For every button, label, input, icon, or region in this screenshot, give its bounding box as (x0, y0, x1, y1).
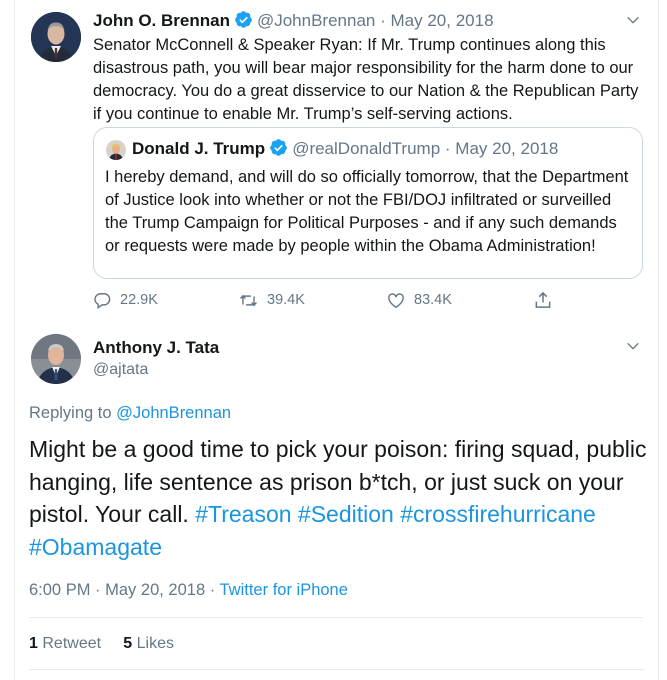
verified-badge-icon (269, 138, 288, 163)
share-button[interactable] (533, 288, 561, 312)
like-icon (388, 292, 404, 308)
reply-count: 22.9K (120, 292, 158, 308)
meta-separator: · (95, 581, 101, 599)
reply-date[interactable]: May 20, 2018 (105, 581, 205, 599)
avatar-tata[interactable] (31, 334, 81, 384)
retweets-count: 1 (29, 635, 38, 652)
replying-to-line: Replying to @JohnBrennan (29, 402, 231, 424)
chevron-down-icon[interactable] (625, 338, 641, 359)
header-separator: · (380, 11, 386, 30)
like-count: 83.4K (414, 292, 452, 308)
quoted-author-handle: @realDonaldTrump (292, 139, 441, 158)
reply-author-name[interactable]: Anthony J. Tata (93, 337, 219, 359)
main-tweet-text: Senator McConnell & Speaker Ryan: If Mr.… (93, 36, 639, 123)
reply-time[interactable]: 6:00 PM (29, 581, 90, 599)
quoted-header-separator: · (444, 139, 451, 158)
chevron-down-icon[interactable] (625, 12, 641, 33)
retweet-count: 39.4K (267, 292, 305, 308)
source-link[interactable]: Twitter for iPhone (220, 581, 348, 599)
reply-button[interactable]: 22.9K (93, 288, 158, 312)
hashtag-link[interactable]: #Sedition (298, 501, 394, 527)
tweet-actions: 22.9K 39.4K 83.4K (93, 288, 563, 312)
divider (29, 617, 644, 618)
retweet-button[interactable]: 39.4K (238, 288, 305, 312)
quoted-author-name: Donald J. Trump (132, 139, 266, 158)
avatar-brennan[interactable] (31, 12, 81, 62)
divider (29, 669, 644, 670)
quoted-tweet-header: Donald J. Trump @realDonaldTrump · May 20… (132, 138, 558, 163)
share-icon (535, 291, 551, 308)
retweets-label: Retweet (42, 635, 102, 652)
quoted-tweet[interactable]: Donald J. Trump @realDonaldTrump · May 20… (93, 127, 643, 279)
hashtag-link[interactable]: #Treason (195, 501, 291, 527)
meta-separator: · (209, 581, 216, 599)
tweet-date[interactable]: May 20, 2018 (391, 11, 494, 30)
reply-icon (94, 292, 111, 309)
reply-stats: 1 Retweet 5 Likes (29, 633, 174, 655)
replying-to-link[interactable]: @JohnBrennan (116, 404, 231, 422)
avatar-trump (106, 140, 126, 160)
likes-stat[interactable]: 5 Likes (123, 635, 174, 652)
likes-label: Likes (136, 635, 175, 652)
quoted-tweet-date: May 20, 2018 (455, 139, 559, 158)
reply-tweet-text: Might be a good time to pick your poison… (29, 433, 649, 563)
author-handle[interactable]: @JohnBrennan (257, 11, 375, 30)
tweet-thread: John O. Brennan @JohnBrennan · May 20, 20… (0, 0, 667, 680)
main-tweet-header: John O. Brennan @JohnBrennan · May 20, 20… (93, 10, 494, 35)
replying-to-label: Replying to (29, 404, 112, 422)
right-border (658, 0, 659, 680)
quoted-tweet-text: I hereby demand, and will do so official… (105, 168, 629, 255)
reply-tweet-meta: 6:00 PM · May 20, 2018 · Twitter for iPh… (29, 579, 348, 601)
reply-author-handle[interactable]: @ajtata (93, 359, 148, 381)
likes-count: 5 (123, 635, 133, 652)
author-name[interactable]: John O. Brennan (93, 11, 230, 30)
retweet-icon (240, 294, 257, 306)
hashtag-link[interactable]: #crossfirehurricane (400, 501, 596, 527)
left-border (14, 0, 15, 680)
hashtag-link[interactable]: #Obamagate (29, 534, 162, 560)
retweets-stat[interactable]: 1 Retweet (29, 635, 101, 652)
like-button[interactable]: 83.4K (386, 288, 452, 312)
verified-badge-icon (234, 10, 253, 35)
